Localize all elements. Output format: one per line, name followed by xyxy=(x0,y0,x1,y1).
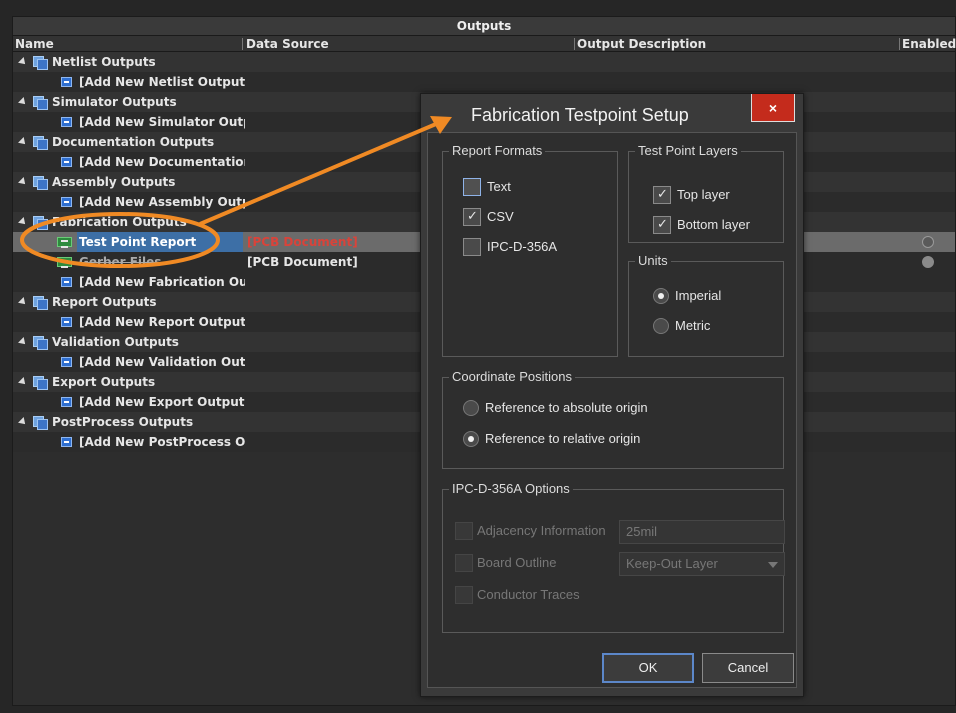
annotation-arrow-line xyxy=(199,122,437,226)
highlight-ellipse xyxy=(20,212,220,268)
annotation-overlay xyxy=(20,116,452,268)
